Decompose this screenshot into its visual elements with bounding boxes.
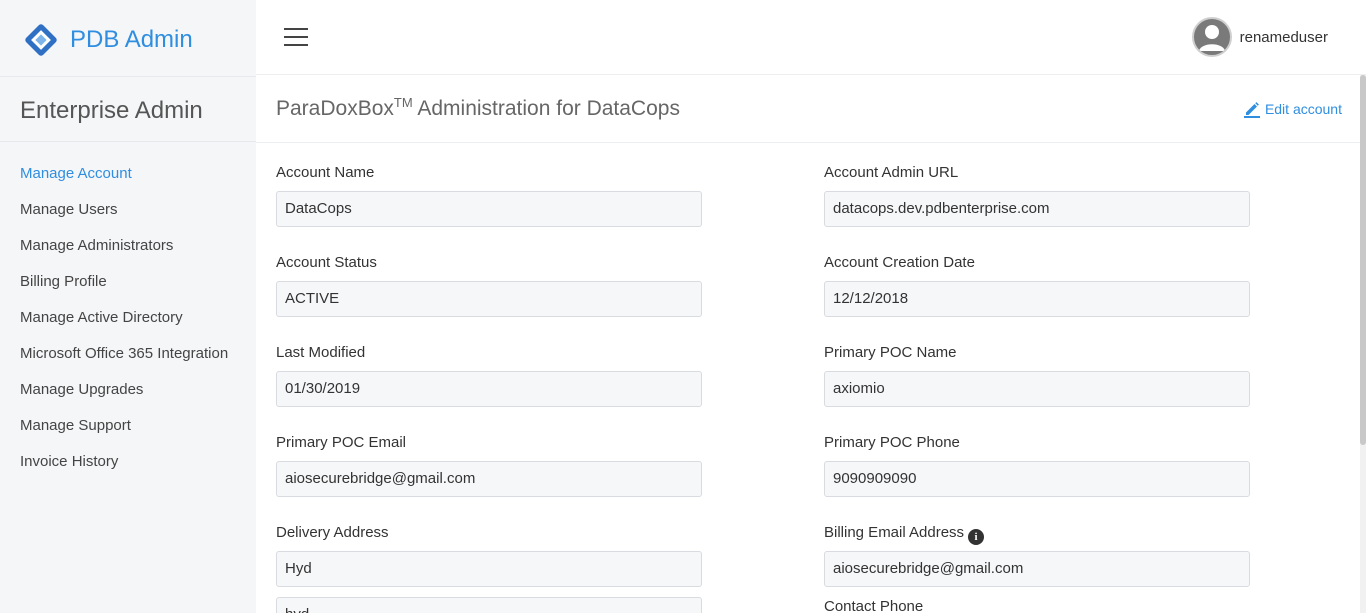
field-label: Account Admin URL	[824, 164, 959, 181]
pencil-icon	[1243, 102, 1260, 118]
sidebar: PDB Admin Enterprise Admin Manage Accoun…	[0, 0, 256, 613]
field-account-status: Account Status ACTIVE	[276, 253, 702, 317]
field-last-modified: Last Modified 01/30/2019	[276, 343, 702, 407]
field-account-admin-url: Account Admin URL datacops.dev.pdbenterp…	[824, 163, 1250, 227]
scrollbar-thumb[interactable]	[1360, 75, 1366, 445]
pdb-logo-icon	[25, 24, 57, 56]
account-details-form: Account Name DataCops Account Admin URL …	[276, 143, 1276, 613]
field-label-contact-phone: Contact Phone	[824, 598, 924, 613]
sidebar-item-manage-users[interactable]: Manage Users	[20, 200, 246, 220]
top-bar: renameduser	[256, 0, 1366, 75]
sidebar-item-manage-administrators[interactable]: Manage Administrators	[20, 236, 246, 256]
edit-account-label: Edit account	[1264, 101, 1342, 117]
field-label: Billing Email Address i	[824, 523, 1250, 545]
info-icon[interactable]: i	[968, 529, 985, 545]
field-primary-poc-phone: Primary POC Phone 9090909090	[824, 433, 1250, 497]
edit-account-link[interactable]: Edit account	[1243, 100, 1342, 118]
sidebar-heading-label: Enterprise Admin	[20, 97, 203, 124]
primary-poc-email-input[interactable]: aiosecurebridge@gmail.com	[276, 461, 702, 497]
last-modified-input[interactable]: 01/30/2019	[276, 371, 702, 407]
account-creation-date-input[interactable]: 12/12/2018	[824, 281, 1250, 317]
brand-name: PDB Admin	[70, 26, 193, 53]
field-billing-email-address: Billing Email Address i aiosecurebridge@g…	[824, 523, 1250, 613]
username: renameduser	[1239, 28, 1328, 46]
account-name-input[interactable]: DataCops	[276, 191, 702, 227]
field-label: Primary POC Phone	[824, 434, 960, 451]
account-admin-url-input[interactable]: datacops.dev.pdbenterprise.com	[824, 191, 1250, 227]
field-delivery-address: Delivery Address Hyd hyd	[276, 523, 702, 613]
field-label: Last Modified	[276, 344, 366, 361]
field-primary-poc-email: Primary POC Email aiosecurebridge@gmail.…	[276, 433, 702, 497]
field-label: Account Name	[276, 164, 375, 181]
field-account-creation-date: Account Creation Date 12/12/2018	[824, 253, 1250, 317]
sidebar-item-manage-upgrades[interactable]: Manage Upgrades	[20, 380, 246, 400]
account-status-input[interactable]: ACTIVE	[276, 281, 702, 317]
billing-email-address-input[interactable]: aiosecurebridge@gmail.com	[824, 551, 1250, 587]
field-label: Delivery Address	[276, 524, 389, 541]
sidebar-item-billing-profile[interactable]: Billing Profile	[20, 272, 246, 292]
sidebar-item-manage-active-directory[interactable]: Manage Active Directory	[20, 308, 246, 328]
hamburger-menu-icon[interactable]	[284, 28, 308, 48]
primary-poc-name-input[interactable]: axiomio	[824, 371, 1250, 407]
sidebar-item-invoice-history[interactable]: Invoice History	[20, 452, 246, 472]
brand[interactable]: PDB Admin	[22, 22, 193, 58]
sidebar-heading: Enterprise Admin	[0, 76, 256, 142]
field-label: Account Status	[276, 254, 377, 271]
field-primary-poc-name: Primary POC Name axiomio	[824, 343, 1250, 407]
user-menu[interactable]: renameduser	[1191, 17, 1328, 57]
field-account-name: Account Name DataCops	[276, 163, 702, 227]
primary-poc-phone-input[interactable]: 9090909090	[824, 461, 1250, 497]
page-scrollbar[interactable]	[1360, 75, 1366, 613]
delivery-address-line1-input[interactable]: Hyd	[276, 551, 702, 587]
field-label: Primary POC Email	[276, 434, 407, 451]
page-header: ParaDoxBoxTM Administration for DataCops…	[256, 75, 1360, 143]
field-label: Primary POC Name	[824, 344, 957, 361]
page-title: ParaDoxBoxTM Administration for DataCops	[276, 95, 680, 120]
sidebar-item-manage-support[interactable]: Manage Support	[20, 416, 246, 436]
sidebar-item-manage-account[interactable]: Manage Account	[20, 164, 246, 184]
sidebar-nav: Manage Account Manage Users Manage Admin…	[20, 164, 246, 488]
user-avatar-icon	[1191, 17, 1232, 57]
delivery-address-line2-input[interactable]: hyd	[276, 597, 702, 613]
sidebar-item-office-365-integration[interactable]: Microsoft Office 365 Integration	[20, 344, 246, 364]
field-label: Account Creation Date	[824, 254, 975, 271]
